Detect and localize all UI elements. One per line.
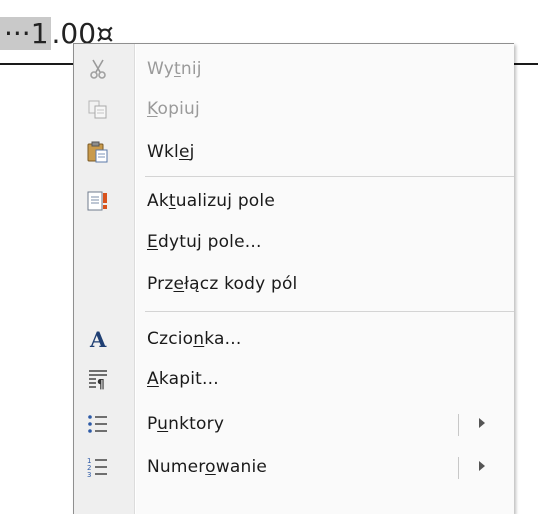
menu-item-label: Wklej xyxy=(147,142,195,162)
scissors-icon xyxy=(86,57,110,81)
menu-item-cut[interactable]: Wytnij xyxy=(74,49,514,89)
svg-text:3: 3 xyxy=(87,471,91,479)
svg-text:A: A xyxy=(89,327,107,351)
numbering-icon: 1 2 3 xyxy=(86,455,110,479)
submenu-divider xyxy=(458,414,459,436)
menu-item-edit-field[interactable]: Edytuj pole... xyxy=(74,222,514,262)
paste-icon xyxy=(86,140,110,164)
submenu-arrow-icon[interactable] xyxy=(479,461,485,471)
menu-item-paste[interactable]: Wklej xyxy=(74,132,514,172)
menu-item-label: Akapit... xyxy=(147,369,219,389)
context-menu: Wytnij Kopiuj Wklej Aktualizuj pole Edyt… xyxy=(73,43,514,514)
submenu-divider xyxy=(458,457,459,479)
font-icon: A xyxy=(86,327,110,351)
menu-item-update-field[interactable]: Aktualizuj pole xyxy=(74,181,514,221)
svg-text:¶: ¶ xyxy=(97,377,105,391)
menu-separator xyxy=(145,311,514,312)
update-field-icon xyxy=(86,189,110,213)
menu-item-bullets[interactable]: Punktory xyxy=(74,404,514,444)
menu-item-label: Aktualizuj pole xyxy=(147,191,275,211)
copy-icon xyxy=(86,97,110,121)
menu-item-copy[interactable]: Kopiuj xyxy=(74,89,514,129)
menu-item-label: Przełącz kody pól xyxy=(147,274,298,294)
menu-item-label: Wytnij xyxy=(147,59,202,79)
menu-item-paragraph[interactable]: ¶ Akapit... xyxy=(74,359,514,399)
menu-separator xyxy=(145,176,514,177)
menu-item-label: Kopiuj xyxy=(147,99,200,119)
bullets-icon xyxy=(86,412,110,436)
submenu-arrow-icon[interactable] xyxy=(479,418,485,428)
menu-item-label: Czcionka... xyxy=(147,329,242,349)
menu-item-label: Edytuj pole... xyxy=(147,232,262,252)
paragraph-icon: ¶ xyxy=(86,367,110,391)
menu-item-label: Punktory xyxy=(147,414,225,434)
menu-item-numbering[interactable]: 1 2 3 Numerowanie xyxy=(74,447,514,487)
menu-item-label: Numerowanie xyxy=(147,457,268,477)
menu-item-font[interactable]: A Czcionka... xyxy=(74,319,514,359)
field-highlight-text: ···1 xyxy=(0,17,51,50)
menu-item-toggle-field-codes[interactable]: Przełącz kody pól xyxy=(74,264,514,304)
